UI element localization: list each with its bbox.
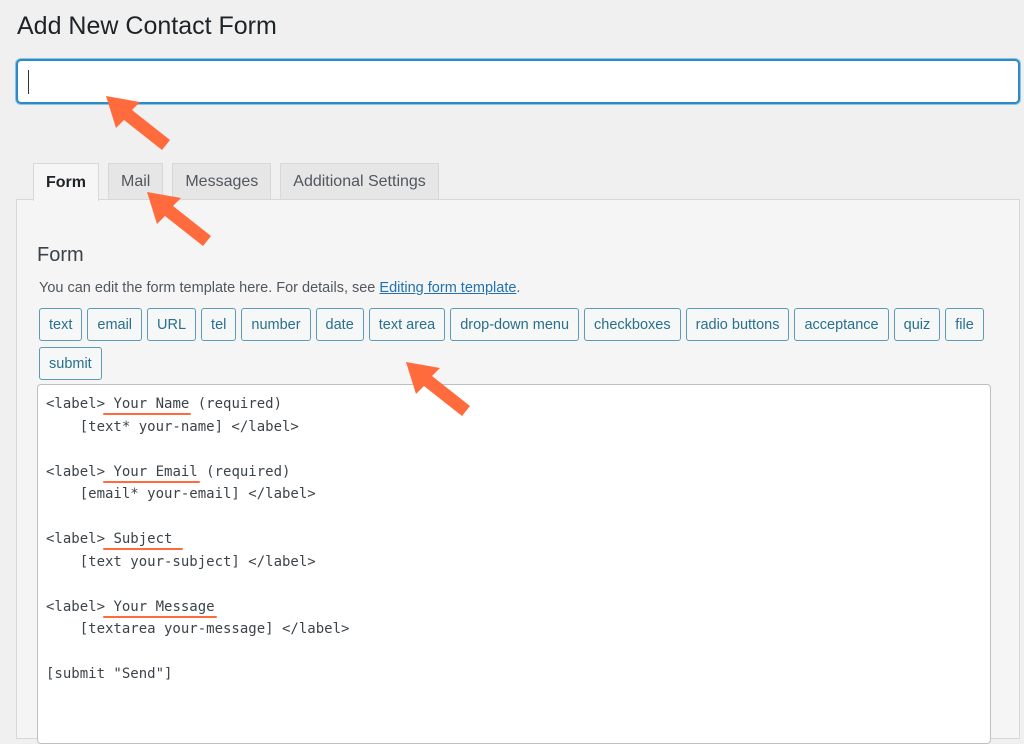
tag-button-text-area[interactable]: text area [368,308,446,341]
tag-button-date[interactable]: date [315,308,364,341]
tag-button-tel[interactable]: tel [201,308,237,341]
code-line-blank: ​ [46,438,982,461]
tag-button-email[interactable]: email [87,308,143,341]
tag-button-url[interactable]: URL [147,308,197,341]
code-text: <label> [46,463,106,480]
code-line-blank: ​ [46,573,982,596]
code-line: <label> Subject [46,528,982,551]
tag-button-acceptance[interactable]: acceptance [794,308,889,341]
tab-additional-settings[interactable]: Additional Settings [280,163,439,200]
code-text: <label> [46,396,106,412]
highlighted-field-label: Subject [105,531,181,547]
form-panel: Form You can edit the form template here… [16,199,1020,744]
text-caret [28,70,29,94]
code-text: <label> [46,531,106,547]
highlighted-field-label: Your Name [105,396,190,412]
code-line-blank: ​ [46,506,982,529]
code-line: [email* your-email] </label> [46,486,316,502]
section-title: Form [37,244,84,266]
code-line-blank: ​ [46,641,982,664]
code-line: <label> Your Email (required) [46,461,982,484]
tag-button-radio-buttons[interactable]: radio buttons [685,308,790,341]
form-template-editor[interactable]: <label> Your Name (required) [text* your… [37,384,991,744]
tab-form[interactable]: Form [33,163,99,201]
tag-button-number[interactable]: number [241,308,311,341]
code-text: (required) [189,396,283,412]
annotation-arrow-icon [147,192,211,246]
code-line: [text your-subject] </label> [46,553,316,570]
description-text: You can edit the form template here. For… [39,280,380,296]
tag-button-drop-down-menu[interactable]: drop-down menu [450,308,580,341]
code-text: (required) [197,463,291,480]
annotation-arrow-icon [106,96,170,150]
code-line: [submit "Send"] [46,666,173,682]
tag-generator-buttons: text email URL tel number date text area… [39,308,999,380]
code-line: <label> Your Name (required) [46,393,982,416]
code-line: <label> Your Message [46,596,982,619]
code-line: [textarea your-message] </label> [46,621,350,637]
code-line: [text* your-name] </label> [46,418,299,435]
tag-button-text[interactable]: text [39,308,83,341]
description-suffix: . [516,280,521,296]
code-text: <label> [46,598,106,615]
editor-tabs: Form Mail Messages Additional Settings [33,163,439,201]
tag-button-checkboxes[interactable]: checkboxes [584,308,681,341]
editing-form-template-link[interactable]: Editing form template [379,280,516,296]
tag-button-submit[interactable]: submit [39,347,102,380]
annotation-arrow-icon [406,362,470,416]
highlighted-field-label: Your Email [105,463,198,480]
form-description: You can edit the form template here. For… [39,280,520,296]
page-title: Add New Contact Form [17,12,277,40]
tag-button-quiz[interactable]: quiz [893,308,941,341]
tag-button-file[interactable]: file [945,308,984,341]
highlighted-field-label: Your Message [105,598,215,615]
